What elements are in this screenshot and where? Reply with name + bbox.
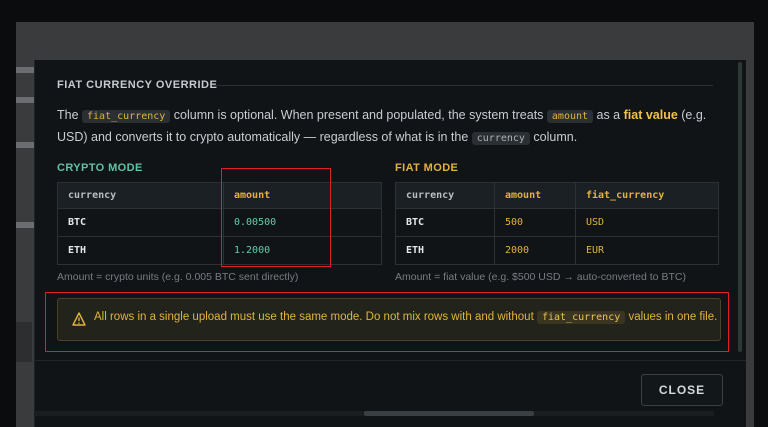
cell-fiat-currency: USD — [575, 208, 719, 237]
cell-fiat-currency: EUR — [575, 236, 719, 265]
section-title: FIAT CURRENCY OVERRIDE — [57, 79, 218, 91]
crypto-mode-table: currency amount BTC 0.00500 ETH 1.2000 — [57, 182, 382, 265]
column-header-amount: amount — [223, 182, 382, 209]
background-strip — [16, 67, 34, 73]
column-header-amount: amount — [494, 182, 576, 209]
fiat-mode-note: Amount = fiat value (e.g. $500 USD → aut… — [395, 271, 686, 283]
table-row: ETH 1.2000 — [57, 236, 382, 265]
fiat-override-modal: FIAT CURRENCY OVERRIDE The fiat_currency… — [34, 60, 746, 427]
background-strip — [16, 222, 34, 228]
table-row: BTC 0.00500 — [57, 208, 382, 237]
fiat-currency-code: fiat_currency — [536, 311, 626, 324]
cell-currency: ETH — [395, 236, 495, 265]
column-header-fiat-currency: fiat_currency — [575, 182, 719, 209]
fiat-value-highlight: fiat value — [623, 108, 678, 122]
cell-currency: ETH — [57, 236, 224, 265]
table-header-row: currency amount — [57, 182, 382, 209]
fiat-currency-code: fiat_currency — [82, 110, 171, 123]
currency-code: currency — [471, 132, 530, 145]
background-strip — [16, 322, 32, 362]
table-row: ETH 2000 EUR — [395, 236, 719, 265]
description-text: The — [57, 108, 83, 122]
fiat-mode-table: currency amount fiat_currency BTC 500 US… — [395, 182, 719, 265]
crypto-mode-note: Amount = crypto units (e.g. 0.005 BTC se… — [57, 271, 299, 283]
background-strip — [16, 97, 34, 103]
table-row: BTC 500 USD — [395, 208, 719, 237]
amount-code: amount — [546, 110, 594, 123]
column-header-currency: currency — [57, 182, 224, 209]
cell-amount: 500 — [494, 208, 576, 237]
title-divider — [213, 85, 713, 86]
cell-amount: 1.2000 — [223, 236, 382, 265]
background-strip — [16, 142, 34, 148]
description-paragraph: The fiat_currency column is optional. Wh… — [57, 105, 737, 149]
description-text: as a — [593, 108, 624, 122]
cell-currency: BTC — [57, 208, 224, 237]
crypto-mode-title: CRYPTO MODE — [57, 162, 143, 174]
warning-text-part: All rows in a single upload must use the… — [94, 311, 537, 323]
mixed-mode-warning: All rows in a single upload must use the… — [57, 298, 721, 341]
fiat-mode-title: FIAT MODE — [395, 162, 459, 174]
table-header-row: currency amount fiat_currency — [395, 182, 719, 209]
description-text: column. — [529, 130, 578, 144]
warning-icon — [72, 312, 86, 326]
column-header-currency: currency — [395, 182, 495, 209]
warning-text: All rows in a single upload must use the… — [94, 311, 718, 324]
footer-divider — [35, 360, 746, 361]
close-button[interactable]: CLOSE — [641, 374, 723, 406]
warning-text-part: values in one file. — [625, 311, 718, 323]
cell-currency: BTC — [395, 208, 495, 237]
horizontal-scrollbar[interactable] — [34, 411, 714, 416]
scrollbar-thumb[interactable] — [364, 411, 534, 416]
vertical-scrollbar[interactable] — [738, 62, 742, 352]
description-text: column is optional. When present and pop… — [170, 108, 547, 122]
cell-amount: 2000 — [494, 236, 576, 265]
cell-amount: 0.00500 — [223, 208, 382, 237]
